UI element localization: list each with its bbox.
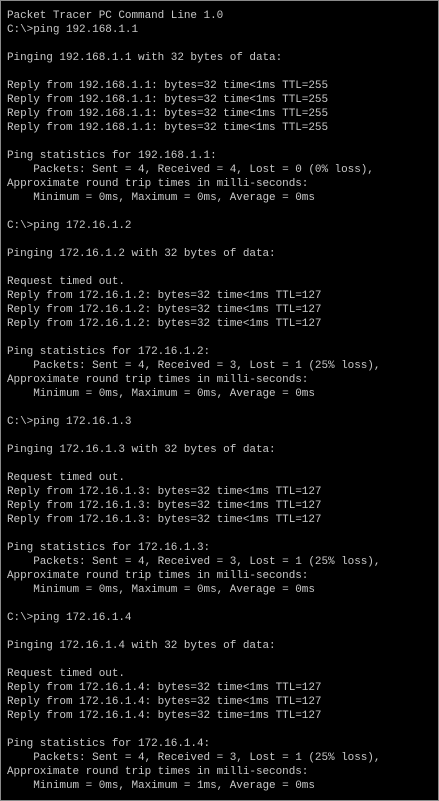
reply-line: Reply from 192.168.1.1: bytes=32 time<1m… [7, 108, 329, 120]
output-line: Minimum = 0ms, Maximum = 1ms, Average = … [7, 780, 315, 792]
pinging-line: Pinging 172.16.1.4 with 32 bytes of data… [7, 640, 276, 652]
timeout-line: Request timed out. [7, 668, 125, 680]
output-line: Minimum = 0ms, Maximum = 0ms, Average = … [7, 388, 315, 400]
reply-line: Reply from 192.168.1.1: bytes=32 time<1m… [7, 94, 329, 106]
reply-line: Reply from 172.16.1.4: bytes=32 time<1ms… [7, 696, 322, 708]
command-prompt-line: C:\>ping 172.16.1.4 [7, 612, 132, 624]
output-line: Approximate round trip times in milli-se… [7, 570, 309, 582]
reply-line: Reply from 192.168.1.1: bytes=32 time<1m… [7, 80, 329, 92]
statistics-heading: Ping statistics for 172.16.1.2: [7, 346, 211, 358]
command-prompt-line: C:\>ping 172.16.1.2 [7, 220, 132, 232]
statistics-heading: Ping statistics for 192.168.1.1: [7, 150, 217, 162]
timeout-line: Request timed out. [7, 472, 125, 484]
statistics-heading: Ping statistics for 172.16.1.4: [7, 738, 211, 750]
command-prompt-line: C:\>ping 192.168.1.1 [7, 24, 139, 36]
reply-line: Reply from 172.16.1.2: bytes=32 time<1ms… [7, 290, 322, 302]
command-prompt-line: C:\>ping 172.16.1.3 [7, 416, 132, 428]
output-line: Minimum = 0ms, Maximum = 0ms, Average = … [7, 192, 315, 204]
terminal-window[interactable]: Packet Tracer PC Command Line 1.0 C:\>pin… [0, 0, 439, 801]
output-line: Packets: Sent = 4, Received = 3, Lost = … [7, 360, 381, 372]
pinging-line: Pinging 172.16.1.2 with 32 bytes of data… [7, 248, 276, 260]
output-line: Minimum = 0ms, Maximum = 0ms, Average = … [7, 584, 315, 596]
reply-line: Reply from 172.16.1.2: bytes=32 time<1ms… [7, 318, 322, 330]
reply-line: Reply from 172.16.1.4: bytes=32 time<1ms… [7, 682, 322, 694]
pinging-line: Pinging 192.168.1.1 with 32 bytes of dat… [7, 52, 283, 64]
command-line-output[interactable]: Packet Tracer PC Command Line 1.0 C:\>pin… [7, 9, 434, 793]
reply-line: Reply from 172.16.1.3: bytes=32 time<1ms… [7, 500, 322, 512]
pinging-line: Pinging 172.16.1.3 with 32 bytes of data… [7, 444, 276, 456]
output-line: Approximate round trip times in milli-se… [7, 178, 309, 190]
reply-line: Reply from 192.168.1.1: bytes=32 time<1m… [7, 122, 329, 134]
reply-line: Reply from 172.16.1.3: bytes=32 time<1ms… [7, 486, 322, 498]
reply-line: Reply from 172.16.1.2: bytes=32 time<1ms… [7, 304, 322, 316]
timeout-line: Request timed out. [7, 276, 125, 288]
output-line: Approximate round trip times in milli-se… [7, 374, 309, 386]
output-line: Packets: Sent = 4, Received = 4, Lost = … [7, 164, 374, 176]
output-line: Packet Tracer PC Command Line 1.0 [7, 10, 224, 22]
reply-line: Reply from 172.16.1.3: bytes=32 time<1ms… [7, 514, 322, 526]
reply-line: Reply from 172.16.1.4: bytes=32 time=1ms… [7, 710, 322, 722]
output-line: Packets: Sent = 4, Received = 3, Lost = … [7, 752, 381, 764]
output-line: Packets: Sent = 4, Received = 3, Lost = … [7, 556, 381, 568]
output-line: Approximate round trip times in milli-se… [7, 766, 309, 778]
statistics-heading: Ping statistics for 172.16.1.3: [7, 542, 211, 554]
